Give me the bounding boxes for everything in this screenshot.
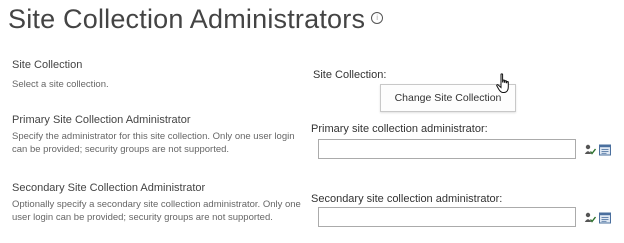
site-collection-section-description: Select a site collection. [12,79,109,90]
page-title-text: Site Collection Administrators [8,4,366,34]
site-collection-label: Site Collection: [313,69,387,81]
address-book-icon[interactable] [599,211,611,229]
site-collection-section-title: Site Collection [12,59,83,71]
info-icon[interactable]: i [371,11,384,24]
page-title: Site Collection Administrators i [8,2,384,36]
hand-pointer-icon [496,73,512,100]
check-names-icon[interactable] [584,143,597,161]
secondary-admin-section-description: Optionally specify a secondary site coll… [12,199,301,223]
primary-admin-label: Primary site collection administrator: [311,123,488,135]
primary-admin-section-description: Specify the administrator for this site … [12,131,295,155]
secondary-admin-input[interactable] [318,207,576,227]
primary-admin-input[interactable] [318,139,576,159]
address-book-icon[interactable] [599,143,611,161]
secondary-admin-section-title: Secondary Site Collection Administrator [12,182,206,194]
primary-admin-section-title: Primary Site Collection Administrator [12,114,191,126]
secondary-admin-label: Secondary site collection administrator: [311,193,503,205]
check-names-icon[interactable] [584,211,597,229]
